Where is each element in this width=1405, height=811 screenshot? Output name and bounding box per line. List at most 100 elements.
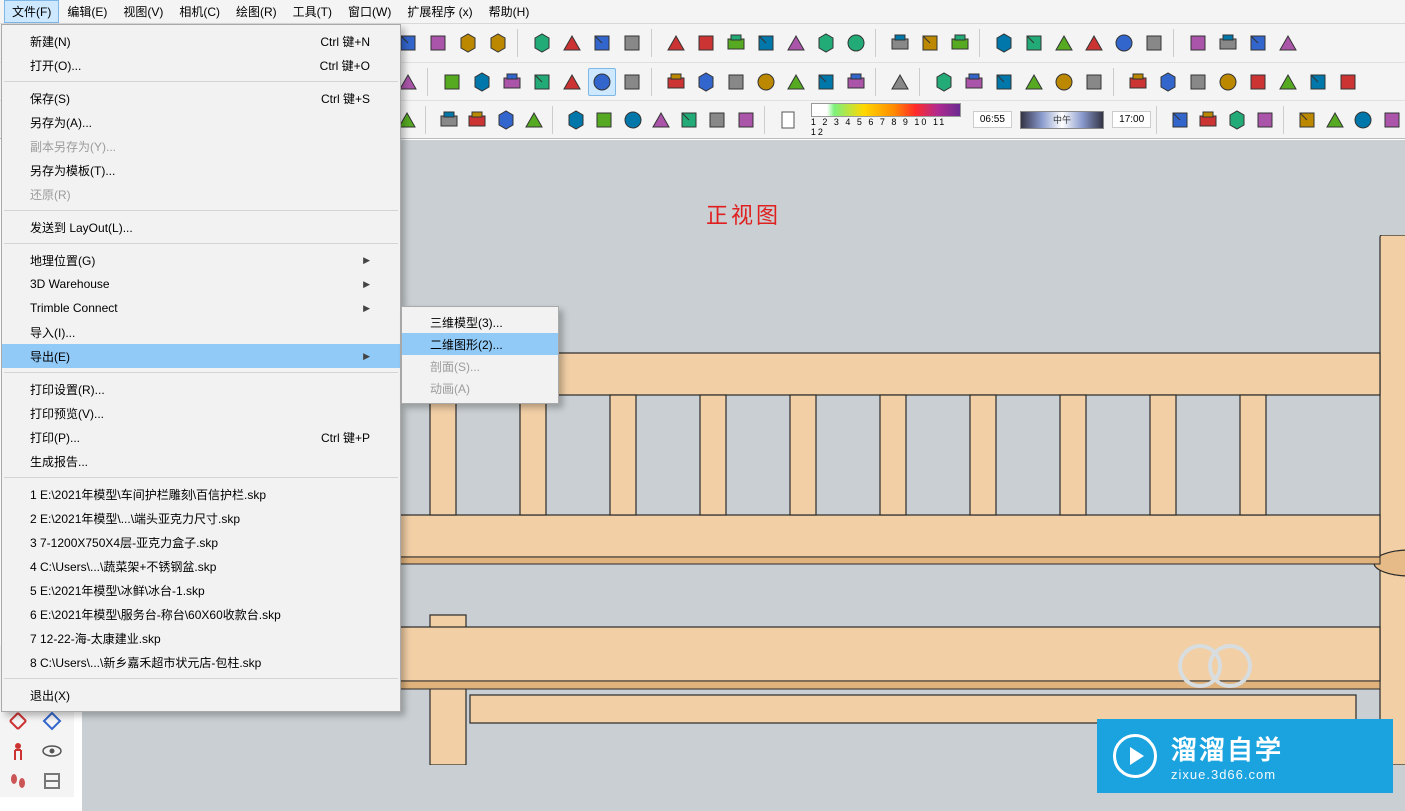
view-opt4[interactable] [1252, 106, 1278, 134]
menu-tools[interactable]: 工具(T) [285, 0, 340, 23]
h6[interactable] [812, 68, 840, 96]
time-color-scale[interactable] [811, 103, 961, 117]
group2-icon[interactable] [946, 29, 974, 57]
view-cube4[interactable] [1379, 106, 1405, 134]
h5[interactable] [782, 68, 810, 96]
footprints-icon[interactable] [2, 767, 34, 795]
file-menu-item[interactable]: 打印预览(V)... [2, 401, 400, 425]
win2[interactable] [619, 106, 645, 134]
cloud[interactable] [521, 106, 547, 134]
h3[interactable] [722, 68, 750, 96]
file-menu-item[interactable]: Trimble Connect▶ [2, 296, 400, 320]
poly2[interactable] [468, 68, 496, 96]
camera-icon[interactable] [662, 29, 690, 57]
sphere[interactable] [436, 106, 462, 134]
menu-edit[interactable]: 编辑(E) [59, 0, 115, 23]
cube-icon[interactable] [1184, 29, 1212, 57]
cam2-icon[interactable] [722, 29, 750, 57]
win3[interactable] [648, 106, 674, 134]
img2-icon[interactable] [1080, 29, 1108, 57]
poly6[interactable] [588, 68, 616, 96]
file-menu-item[interactable]: 另存为(A)... [2, 110, 400, 134]
dim5[interactable] [1274, 68, 1302, 96]
layer6[interactable] [1080, 68, 1108, 96]
export-submenu-item[interactable]: 三维模型(3)... [402, 311, 558, 333]
file-menu-item[interactable]: 打开(O)...Ctrl 键+O [2, 53, 400, 77]
h7[interactable] [842, 68, 870, 96]
file-menu-item[interactable]: 地理位置(G)▶ [2, 248, 400, 272]
pen[interactable] [1334, 68, 1362, 96]
file-menu-item[interactable]: 8 C:\Users\...\新乡嘉禾超市状元店-包柱.skp [2, 650, 400, 674]
layer2[interactable] [960, 68, 988, 96]
cloud-icon[interactable] [1274, 29, 1302, 57]
box3-icon[interactable] [588, 29, 616, 57]
menu-camera[interactable]: 相机(C) [171, 0, 228, 23]
cam3-icon[interactable] [752, 29, 780, 57]
dim1[interactable] [1124, 68, 1152, 96]
s[interactable] [886, 68, 914, 96]
layer3[interactable] [990, 68, 1018, 96]
menu-window[interactable]: 窗口(W) [340, 0, 399, 23]
lock[interactable] [704, 106, 730, 134]
file-menu-item[interactable]: 1 E:\2021年模型\车间护栏雕刻\百信护栏.skp [2, 482, 400, 506]
poly1[interactable] [438, 68, 466, 96]
file-menu-item[interactable]: 导出(E)▶ [2, 344, 400, 368]
poly7[interactable] [618, 68, 646, 96]
file-menu-item[interactable]: 新建(N)Ctrl 键+N [2, 29, 400, 53]
file-menu-item[interactable]: 3 7-1200X750X4层-亚克力盒子.skp [2, 530, 400, 554]
tea1[interactable] [464, 106, 490, 134]
file-menu-item[interactable]: 生成报告... [2, 449, 400, 473]
group1-icon[interactable] [916, 29, 944, 57]
file-menu-item[interactable]: 打印设置(R)... [2, 377, 400, 401]
file-menu-item[interactable]: 发送到 LayOut(L)... [2, 215, 400, 239]
time-slider[interactable]: 中午 [1020, 111, 1104, 129]
view-opt1[interactable] [1167, 106, 1193, 134]
h1[interactable] [662, 68, 690, 96]
layer1[interactable] [930, 68, 958, 96]
menu-draw[interactable]: 绘图(R) [228, 0, 285, 23]
check-icon[interactable] [1244, 29, 1272, 57]
file-menu-item[interactable]: 退出(X) [2, 683, 400, 707]
view-cube2[interactable] [1322, 106, 1348, 134]
menu-help[interactable]: 帮助(H) [481, 0, 538, 23]
page-icon[interactable] [775, 106, 801, 134]
dim3[interactable] [1184, 68, 1212, 96]
eye-icon[interactable] [36, 737, 68, 765]
view-cube3[interactable] [1350, 106, 1376, 134]
section-icon[interactable] [36, 767, 68, 795]
h4[interactable] [752, 68, 780, 96]
box1-icon[interactable] [528, 29, 556, 57]
menu-view[interactable]: 视图(V) [115, 0, 171, 23]
poly5[interactable] [558, 68, 586, 96]
img3-icon[interactable] [1110, 29, 1138, 57]
person-icon[interactable] [2, 737, 34, 765]
file-menu-item[interactable]: 5 E:\2021年模型\冰鲜\冰台-1.skp [2, 578, 400, 602]
menu-file[interactable]: 文件(F) [4, 0, 59, 23]
page[interactable] [733, 106, 759, 134]
file-menu-item[interactable]: 打印(P)...Ctrl 键+P [2, 425, 400, 449]
box4-icon[interactable] [618, 29, 646, 57]
file-menu-item[interactable]: 6 E:\2021年模型\服务台-称台\60X60收款台.skp [2, 602, 400, 626]
poly4[interactable] [528, 68, 556, 96]
menu-extensions[interactable]: 扩展程序 (x) [399, 0, 480, 23]
pan-icon[interactable] [692, 29, 720, 57]
stack-icon[interactable] [990, 29, 1018, 57]
export-submenu-item[interactable]: 二维图形(2)... [402, 333, 558, 355]
file-menu-item[interactable]: 7 12-22-海-太康建业.skp [2, 626, 400, 650]
file-menu-item[interactable]: 3D Warehouse▶ [2, 272, 400, 296]
poly3[interactable] [498, 68, 526, 96]
cam4-icon[interactable] [782, 29, 810, 57]
dim2[interactable] [1154, 68, 1182, 96]
nav-icon[interactable] [1214, 29, 1242, 57]
win1[interactable] [591, 106, 617, 134]
note-icon[interactable] [484, 29, 512, 57]
terrain-icon[interactable] [424, 29, 452, 57]
nosmoke-icon[interactable] [842, 29, 870, 57]
cup[interactable] [563, 106, 589, 134]
axis[interactable] [1244, 68, 1272, 96]
dim4[interactable] [1214, 68, 1242, 96]
file-menu-item[interactable]: 2 E:\2021年模型\...\端头亚克力尺寸.skp [2, 506, 400, 530]
h2[interactable] [692, 68, 720, 96]
tea2[interactable] [493, 106, 519, 134]
tag-icon[interactable] [454, 29, 482, 57]
